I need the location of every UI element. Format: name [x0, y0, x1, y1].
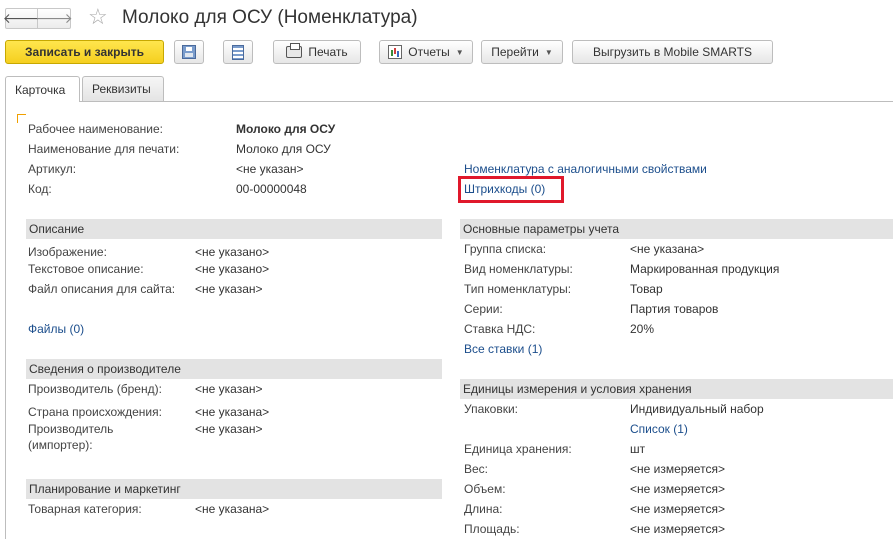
goto-button[interactable]: Перейти ▼ [481, 40, 563, 64]
section-accounting-header: Основные параметры учета [460, 219, 893, 239]
arrow-right-icon: 🡒 [35, 10, 73, 26]
save-and-close-button[interactable]: Записать и закрыть [5, 40, 164, 64]
image-label: Изображение: [28, 245, 107, 259]
section-planning-title: Планирование и маркетинг [29, 482, 181, 496]
tab-card-label: Карточка [15, 82, 66, 97]
article-value[interactable]: <не указан> [236, 162, 304, 176]
similar-items-link[interactable]: Номенклатура с аналогичными свойствами [464, 162, 707, 176]
list-group-value[interactable]: <не указана> [630, 242, 704, 256]
length-value[interactable]: <не измеряется> [630, 502, 725, 516]
item-kind-value[interactable]: Маркированная продукция [630, 262, 779, 276]
image-value[interactable]: <не указано> [195, 245, 269, 259]
text-description-value[interactable]: <не указано> [195, 262, 269, 276]
all-rates-link[interactable]: Все ставки (1) [464, 342, 542, 356]
star-icon[interactable]: ☆ [88, 4, 108, 30]
packs-value[interactable]: Индивидуальный набор [630, 402, 764, 416]
list-document-icon [232, 44, 244, 60]
brand-label: Производитель (бренд): [28, 382, 162, 396]
site-file-value[interactable]: <не указан> [195, 282, 263, 296]
text-description-label: Текстовое описание: [28, 262, 144, 276]
work-name-label: Рабочее наименование: [28, 122, 163, 136]
code-value[interactable]: 00-00000048 [236, 182, 307, 196]
category-label: Товарная категория: [28, 502, 142, 516]
weight-value[interactable]: <не измеряется> [630, 462, 725, 476]
volume-label: Объем: [464, 482, 506, 496]
section-accounting-title: Основные параметры учета [463, 222, 620, 236]
goto-label: Перейти [491, 45, 539, 59]
print-label: Печать [308, 45, 348, 59]
export-label: Выгрузить в Mobile SMARTS [592, 45, 752, 59]
tab-attributes-label: Реквизиты [92, 82, 151, 96]
back-button[interactable]: 🡐 [3, 8, 40, 29]
tab-card[interactable]: Карточка [5, 76, 80, 102]
country-label: Страна происхождения: [28, 405, 162, 419]
work-name-value[interactable]: Молоко для ОСУ [236, 122, 335, 136]
focus-corner-marker [17, 114, 26, 123]
save-button[interactable] [174, 40, 204, 64]
brand-value[interactable]: <не указан> [195, 382, 263, 396]
area-label: Площадь: [464, 522, 520, 536]
length-label: Длина: [464, 502, 503, 516]
tab-divider [5, 101, 893, 102]
barcodes-highlight-frame [458, 176, 564, 203]
item-kind-label: Вид номенклатуры: [464, 262, 573, 276]
export-mobile-smarts-button[interactable]: Выгрузить в Mobile SMARTS [572, 40, 773, 64]
section-manufacturer-title: Сведения о производителе [29, 362, 181, 376]
print-name-label: Наименование для печати: [28, 142, 180, 156]
weight-label: Вес: [464, 462, 489, 476]
document-list-button[interactable] [223, 40, 253, 64]
print-name-value[interactable]: Молоко для ОСУ [236, 142, 331, 156]
series-label: Серии: [464, 302, 503, 316]
list-group-label: Группа списка: [464, 242, 547, 256]
item-type-label: Тип номенклатуры: [464, 282, 572, 296]
page-title: Молоко для ОСУ (Номенклатура) [122, 7, 418, 28]
files-link[interactable]: Файлы (0) [28, 322, 84, 336]
importer-label-line1: Производитель [28, 422, 114, 436]
category-value[interactable]: <не указана> [195, 502, 269, 516]
vat-rate-label: Ставка НДС: [464, 322, 536, 336]
report-icon [388, 45, 403, 59]
importer-label-line2: (импортер): [28, 438, 93, 452]
item-type-value[interactable]: Товар [630, 282, 663, 296]
printer-icon [286, 43, 303, 58]
storage-unit-label: Единица хранения: [464, 442, 572, 456]
series-value[interactable]: Партия товаров [630, 302, 718, 316]
area-value[interactable]: <не измеряется> [630, 522, 725, 536]
vat-rate-value[interactable]: 20% [630, 322, 654, 336]
reports-label: Отчеты [408, 45, 450, 59]
save-and-close-label: Записать и закрыть [25, 45, 144, 59]
packs-label: Упаковки: [464, 402, 518, 416]
volume-value[interactable]: <не измеряется> [630, 482, 725, 496]
section-description-title: Описание [29, 222, 85, 236]
section-description-header: Описание [26, 219, 442, 239]
section-manufacturer-header: Сведения о производителе [26, 359, 442, 379]
section-units-header: Единицы измерения и условия хранения [460, 379, 893, 399]
floppy-disk-icon [182, 45, 196, 59]
packs-list-link[interactable]: Список (1) [630, 422, 688, 436]
print-button[interactable]: Печать [273, 40, 361, 64]
code-label: Код: [28, 182, 52, 196]
section-planning-header: Планирование и маркетинг [26, 479, 442, 499]
country-value[interactable]: <не указана> [195, 405, 269, 419]
site-file-label: Файл описания для сайта: [28, 282, 176, 296]
tab-attributes[interactable]: Реквизиты [82, 76, 164, 101]
article-label: Артикул: [28, 162, 77, 176]
forward-button[interactable]: 🡒 [35, 8, 73, 29]
importer-value[interactable]: <не указан> [195, 422, 263, 436]
reports-button[interactable]: Отчеты ▼ [379, 40, 473, 64]
chevron-down-icon: ▼ [544, 47, 553, 57]
chevron-down-icon: ▼ [455, 47, 464, 57]
storage-unit-value[interactable]: шт [630, 442, 645, 456]
section-units-title: Единицы измерения и условия хранения [463, 382, 692, 396]
panel-border [5, 101, 6, 539]
